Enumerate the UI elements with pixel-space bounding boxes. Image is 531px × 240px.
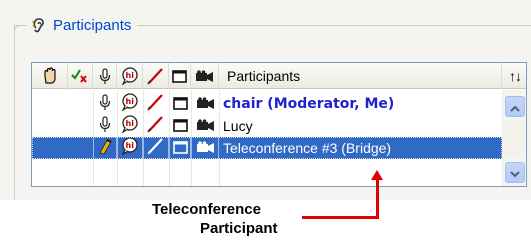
col-header-video[interactable] [191, 63, 219, 89]
row-chat-cell[interactable]: hi [117, 115, 143, 137]
svg-text:hi: hi [125, 71, 134, 80]
row-window-cell[interactable] [169, 115, 191, 137]
chat-hi-icon: hi [120, 137, 140, 159]
svg-text:hi: hi [126, 119, 135, 128]
participants-groupbox: Participants hi Participants ↑↓ hi chair… [0, 0, 531, 200]
chevron-down-icon [510, 163, 520, 182]
participant-name: Lucy [223, 118, 253, 134]
row-audio-cell[interactable] [93, 115, 117, 137]
callout-connector-horizontal [302, 216, 378, 219]
groupbox-title-text: Participants [53, 16, 132, 34]
pen-icon [146, 67, 165, 85]
table-row[interactable]: hi chair (Moderator, Me) [32, 93, 502, 115]
row-pen-cell[interactable] [143, 93, 169, 115]
scroll-track[interactable] [505, 120, 525, 156]
groupbox-border-left [14, 25, 15, 200]
table-row-selected[interactable]: hi Teleconference #3 (Bridge) [32, 137, 502, 159]
sort-button[interactable]: ↑↓ [502, 63, 526, 89]
col-header-window[interactable] [169, 63, 191, 89]
row-audio-cell[interactable] [93, 137, 117, 159]
svg-text:hi: hi [126, 97, 135, 106]
window-icon [172, 117, 188, 136]
callout-label: Teleconference Participant [150, 200, 330, 238]
row-video-cell[interactable] [191, 137, 219, 159]
pen-icon [147, 115, 165, 137]
camera-icon [196, 117, 215, 136]
camera-icon [196, 139, 215, 158]
row-video-cell[interactable] [191, 93, 219, 115]
microphone-icon [99, 67, 111, 85]
camera-icon [195, 69, 214, 83]
col-header-check[interactable] [68, 63, 93, 89]
window-icon [172, 139, 188, 158]
groupbox-corner [14, 25, 26, 37]
raise-hand-icon [42, 67, 58, 85]
participant-name: Teleconference #3 (Bridge) [223, 140, 392, 156]
row-window-cell[interactable] [169, 93, 191, 115]
table-row[interactable]: hi Lucy [32, 115, 502, 137]
participant-name: chair (Moderator, Me) [223, 96, 395, 112]
groupbox-title: Participants [27, 14, 138, 36]
vertical-scrollbar[interactable] [502, 90, 526, 186]
col-header-participants[interactable]: Participants [219, 63, 502, 89]
check-x-icon [71, 69, 89, 83]
callout-arrow-icon [371, 170, 383, 180]
row-chat-cell[interactable]: hi [117, 93, 143, 115]
table-header: hi Participants ↑↓ [32, 63, 526, 89]
row-audio-cell[interactable] [93, 93, 117, 115]
window-icon [172, 69, 187, 83]
col-header-audio[interactable] [93, 63, 117, 89]
callout-connector-vertical [376, 178, 379, 219]
camera-icon [196, 95, 215, 114]
row-pen-cell[interactable] [143, 137, 169, 159]
participants-table[interactable]: hi Participants ↑↓ hi chair (Moderator, … [31, 62, 527, 187]
microphone-icon [99, 115, 111, 137]
callout-line-2: Participant [200, 220, 278, 237]
col-header-chat[interactable]: hi [117, 63, 143, 89]
row-chat-cell[interactable]: hi [117, 137, 143, 159]
chat-hi-icon: hi [120, 115, 140, 137]
scroll-up-button[interactable] [505, 96, 525, 117]
window-icon [172, 95, 188, 114]
ear-icon [31, 16, 47, 34]
row-video-cell[interactable] [191, 115, 219, 137]
sort-icon: ↑↓ [509, 68, 522, 84]
participants-column-label: Participants [227, 68, 301, 84]
chat-hi-icon: hi [120, 67, 140, 85]
participant-list: hi chair (Moderator, Me) hi Lucy hi Tele… [32, 90, 502, 186]
chat-hi-icon: hi [120, 93, 140, 115]
microphone-icon [99, 93, 111, 115]
row-window-cell[interactable] [169, 137, 191, 159]
col-header-pen[interactable] [143, 63, 169, 89]
pen-icon [147, 137, 165, 159]
pen-icon [147, 93, 165, 115]
scroll-down-button[interactable] [505, 162, 525, 183]
chevron-up-icon [510, 97, 520, 116]
row-pen-cell[interactable] [143, 115, 169, 137]
svg-text:hi: hi [126, 141, 135, 150]
microphone-active-icon [97, 137, 113, 159]
col-header-raise-hand[interactable] [32, 63, 68, 89]
